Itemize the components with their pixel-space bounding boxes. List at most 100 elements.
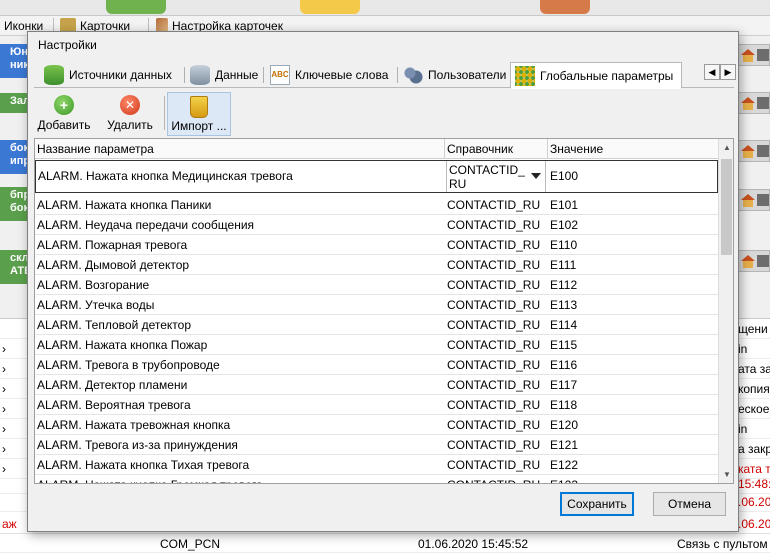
table-row[interactable]: ALARM. Неудача передачи сообщения CONTACT…: [35, 215, 718, 235]
table-row[interactable]: ALARM. Детектор пламени CONTACTID_RU E117: [35, 375, 718, 395]
cell-right: а закр: [738, 442, 770, 456]
plus-icon: +: [54, 95, 74, 115]
settings-tabs: Источники данных Данные ABC Ключевые сло…: [34, 58, 736, 89]
cell-left: ›: [2, 422, 6, 436]
cell-param-reference: CONTACTID_RU: [447, 218, 541, 232]
table-row[interactable]: ALARM. Вероятная тревога CONTACTID_RU E118: [35, 395, 718, 415]
cell-param-name: ALARM. Вероятная тревога: [37, 398, 191, 412]
cell-left: ›: [2, 362, 6, 376]
column-header-name[interactable]: Название параметра: [35, 139, 445, 159]
cell-right: ата закр: [738, 362, 770, 376]
cell-param-value: E120: [550, 418, 579, 432]
toolbar-separator: [164, 96, 165, 130]
table-row[interactable]: ALARM. Нажата тревожная кнопка CONTACTID_…: [35, 415, 718, 435]
tab-global-params[interactable]: Глобальные параметры: [510, 62, 682, 89]
object-tile-actions[interactable]: [738, 250, 770, 272]
scrollbar-thumb[interactable]: [721, 159, 732, 255]
object-tile-actions[interactable]: [738, 92, 770, 114]
table-row[interactable]: ALARM. Тревога в трубопроводе CONTACTID_R…: [35, 355, 718, 375]
house-icon: [741, 96, 755, 110]
object-tile-actions[interactable]: [738, 44, 770, 66]
params-toolbar: + Добавить ✕ Удалить Импорт ...: [34, 90, 734, 136]
tab-separator: [397, 67, 398, 83]
cell-param-name: ALARM. Возгорание: [37, 278, 150, 292]
ribbon-tab-icon[interactable]: [300, 0, 360, 14]
cell-param-reference: CONTACTID_RU: [447, 418, 541, 432]
object-tile-actions[interactable]: [738, 189, 770, 211]
dialog-title: Настройки: [38, 38, 97, 52]
tab-keywords[interactable]: ABC Ключевые слова: [266, 62, 396, 88]
tab-label: Пользователи: [428, 68, 507, 82]
table-row[interactable]: ALARM. Возгорание CONTACTID_RU E112: [35, 275, 718, 295]
tab-scroll-right-button[interactable]: ▶: [720, 64, 736, 80]
cell-param-value: E102: [550, 218, 579, 232]
cell-param-name: ALARM. Тревога в трубопроводе: [37, 358, 220, 372]
cell-left: ›: [2, 342, 6, 356]
scroll-down-icon[interactable]: ▼: [719, 466, 733, 483]
cell-param-value: E111: [550, 258, 577, 272]
ribbon-tab-icon[interactable]: [540, 0, 590, 14]
cell-param-reference: CONTACTID_RU: [447, 258, 541, 272]
cell-param-reference: CONTACTID_RU: [447, 318, 541, 332]
tab-users[interactable]: Пользователи: [399, 62, 513, 88]
delete-button[interactable]: ✕ Удалить: [100, 92, 160, 136]
cell-param-reference: CONTACTID_RU: [447, 458, 541, 472]
cell-left: ›: [2, 382, 6, 396]
table-row[interactable]: ALARM. Пожарная тревога CONTACTID_RU E110: [35, 235, 718, 255]
cell-param-name: ALARM. Утечка воды: [37, 298, 155, 312]
cell-param-name: ALARM. Нажата кнопка Громкая тревога: [35, 475, 443, 483]
cell-param-reference: CONTACTID_RU: [447, 438, 541, 452]
scroll-up-icon[interactable]: ▲: [719, 139, 733, 156]
cell-param-name: ALARM. Нажата тревожная кнопка: [37, 418, 231, 432]
table-row[interactable]: ALARM. Утечка воды CONTACTID_RU E113: [35, 295, 718, 315]
table-row[interactable]: ALARM. Тревога из-за принуждения CONTACTI…: [35, 435, 718, 455]
cell-param-value: E115: [550, 338, 578, 352]
cell-param-reference: CONTACTID_RU: [447, 198, 541, 212]
cell-param-value: E118: [550, 398, 578, 412]
grid-icon: [757, 49, 769, 61]
cell-param-reference: CONTACTID_RU: [447, 278, 541, 292]
table-row-selected[interactable]: ALARM. Нажата кнопка Медицинская тревога…: [35, 160, 718, 193]
cell-param-name: ALARM. Нажата кнопка Пожар: [37, 338, 208, 352]
table-row[interactable]: ALARM. Дымовой детектор CONTACTID_RU E111: [35, 255, 718, 275]
tab-scroll-left-button[interactable]: ◀: [704, 64, 720, 80]
import-button-label: Импорт ...: [171, 119, 227, 133]
vertical-scrollbar[interactable]: ▲ ▼: [718, 139, 733, 483]
cell-param-name: ALARM. Пожарная тревога: [37, 238, 188, 252]
object-tile-actions[interactable]: [738, 140, 770, 162]
reference-combobox[interactable]: CONTACTID_RU: [446, 161, 546, 192]
cell-left: ›: [2, 442, 6, 456]
cell-param-reference: CONTACTID_RU: [447, 298, 541, 312]
cell-right: .06.20: [738, 495, 770, 509]
add-button[interactable]: + Добавить: [34, 92, 94, 136]
cell-param-name: ALARM. Нажата кнопка Паники: [37, 198, 212, 212]
table-row[interactable]: ALARM. Нажата кнопка Тихая тревога CONTAC…: [35, 455, 718, 475]
tab-separator: [263, 67, 264, 83]
save-button[interactable]: Сохранить: [560, 492, 634, 516]
table-row[interactable]: COM_PCN 01.06.2020 15:45:52 Связь с пуль…: [0, 533, 770, 553]
app-ribbon-strip: [0, 0, 770, 16]
ribbon-tab-icon[interactable]: [106, 0, 166, 14]
cancel-button[interactable]: Отмена: [653, 492, 726, 516]
settings-dialog: Настройки Источники данных Данные ABC Кл…: [27, 31, 739, 532]
arrow-left-icon: ◀: [708, 66, 716, 77]
cell-param-value: E101: [550, 198, 579, 212]
cell-param-value: E114: [550, 318, 578, 332]
table-row[interactable]: ALARM. Нажата кнопка Пожар CONTACTID_RU E1…: [35, 335, 718, 355]
column-header-reference[interactable]: Справочник: [445, 139, 548, 159]
tab-data[interactable]: Данные: [186, 62, 262, 88]
table-row[interactable]: ALARM. Тепловой детектор CONTACTID_RU E114: [35, 315, 718, 335]
cell-left: ›: [2, 402, 6, 416]
tab-label: Данные: [215, 68, 259, 82]
table-row[interactable]: ALARM. Нажата кнопка Паники CONTACTID_RU E…: [35, 195, 718, 215]
table-row[interactable]: ALARM. Нажата кнопка Громкая тревогаCONT…: [35, 475, 718, 483]
cell-right: in: [738, 422, 748, 436]
import-button[interactable]: Импорт ...: [167, 92, 231, 136]
database-gray-icon: [190, 65, 210, 85]
dropdown-arrow-icon[interactable]: [531, 173, 541, 179]
tab-data-sources[interactable]: Источники данных: [40, 62, 182, 88]
column-header-value[interactable]: Значение: [548, 139, 718, 159]
cell-param-name: ALARM. Дымовой детектор: [37, 258, 190, 272]
cell-datetime: 01.06.2020 15:45:52: [418, 537, 529, 551]
global-params-icon: [515, 65, 535, 86]
